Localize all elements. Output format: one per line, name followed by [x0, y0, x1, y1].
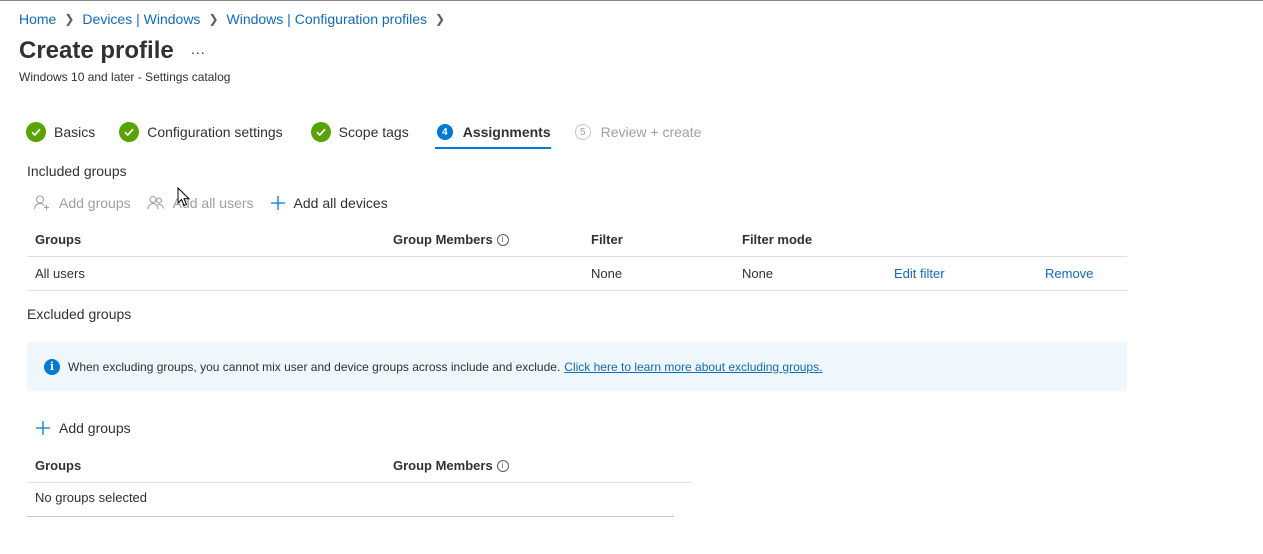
- included-command-bar: Add groups Add all users Add all devices: [33, 194, 404, 212]
- step-scope-tags[interactable]: Scope tags: [310, 120, 409, 144]
- column-group-members: Group Members i: [393, 458, 509, 473]
- empty-row: No groups selected: [27, 483, 691, 516]
- included-groups-table: Groups Group Members i Filter Filter mode…: [27, 223, 1127, 291]
- mouse-cursor-icon: [177, 187, 191, 207]
- step-number-badge: 4: [436, 124, 453, 140]
- checkmark-icon: [119, 122, 140, 142]
- chevron-right-icon: ❯: [435, 12, 446, 26]
- step-label: Configuration settings: [147, 124, 283, 140]
- column-groups: Groups: [35, 232, 82, 247]
- table-row: All users None None Edit filter Remove: [27, 257, 1127, 291]
- step-configuration-settings[interactable]: Configuration settings: [119, 120, 283, 144]
- page-subtitle: Windows 10 and later - Settings catalog: [19, 70, 231, 84]
- plus-icon: [36, 421, 50, 435]
- remove-link[interactable]: Remove: [1045, 266, 1093, 281]
- group-name: All users: [35, 266, 85, 281]
- checkmark-icon: [26, 122, 46, 142]
- top-border: [0, 0, 1263, 1]
- step-basics[interactable]: Basics: [26, 120, 95, 144]
- step-label: Scope tags: [338, 124, 409, 140]
- table-divider: [27, 516, 674, 517]
- checkmark-icon: [310, 122, 331, 142]
- included-groups-heading: Included groups: [27, 163, 127, 179]
- banner-text: When excluding groups, you cannot mix us…: [68, 359, 561, 374]
- add-user-icon: [33, 195, 49, 210]
- add-all-devices-button[interactable]: Add all devices: [270, 195, 388, 211]
- excluded-command-bar: Add groups: [35, 420, 147, 436]
- column-filter: Filter: [591, 232, 623, 247]
- chevron-right-icon: ❯: [64, 12, 75, 26]
- excluded-groups-table: Groups Group Members i No groups selected: [27, 449, 691, 517]
- excluded-groups-heading: Excluded groups: [27, 306, 132, 322]
- chevron-right-icon: ❯: [208, 12, 219, 26]
- edit-filter-link[interactable]: Edit filter: [894, 266, 945, 281]
- filter-mode-value: None: [742, 266, 774, 281]
- add-groups-label: Add groups: [59, 195, 131, 211]
- step-review-create[interactable]: 5 Review + create: [574, 120, 702, 144]
- column-group-members: Group Members i: [393, 232, 509, 247]
- info-icon[interactable]: i: [496, 233, 509, 246]
- info-icon: i: [44, 358, 60, 375]
- column-groups: Groups: [35, 458, 82, 473]
- step-label: Review + create: [600, 124, 702, 140]
- more-options-button[interactable]: ...: [191, 41, 206, 57]
- step-number-badge: 5: [574, 124, 591, 140]
- step-label: Basics: [54, 124, 96, 140]
- step-assignments[interactable]: 4 Assignments: [434, 120, 551, 149]
- column-label: Group Members: [393, 232, 493, 247]
- plus-icon: [270, 196, 285, 210]
- table-header: Groups Group Members i Filter Filter mode: [27, 223, 1127, 257]
- add-all-users-button[interactable]: Add all users: [147, 194, 254, 212]
- breadcrumb-devices-windows[interactable]: Devices | Windows: [82, 11, 200, 27]
- learn-more-link[interactable]: Click here to learn more about excluding…: [564, 360, 822, 374]
- column-filter-mode: Filter mode: [742, 232, 813, 247]
- step-label: Assignments: [462, 124, 551, 140]
- add-excluded-groups-button[interactable]: Add groups: [35, 420, 131, 436]
- add-groups-button[interactable]: Add groups: [33, 194, 131, 212]
- breadcrumb: Home ❯ Devices | Windows ❯ Windows | Con…: [19, 11, 453, 27]
- page-title: Create profile: [19, 37, 174, 64]
- active-step-indicator: [434, 147, 551, 149]
- wizard-steps: Basics Configuration settings Scope tags…: [26, 120, 701, 150]
- filter-value: None: [591, 266, 623, 281]
- add-groups-label: Add groups: [59, 420, 131, 436]
- people-icon: [147, 195, 164, 210]
- info-icon[interactable]: i: [496, 459, 509, 472]
- table-header: Groups Group Members i: [27, 449, 691, 483]
- add-all-devices-label: Add all devices: [293, 195, 388, 211]
- empty-message: No groups selected: [35, 490, 148, 505]
- breadcrumb-home[interactable]: Home: [19, 11, 56, 27]
- column-label: Group Members: [393, 458, 493, 473]
- breadcrumb-configuration-profiles[interactable]: Windows | Configuration profiles: [227, 11, 428, 27]
- info-banner: i When excluding groups, you cannot mix …: [27, 342, 1127, 391]
